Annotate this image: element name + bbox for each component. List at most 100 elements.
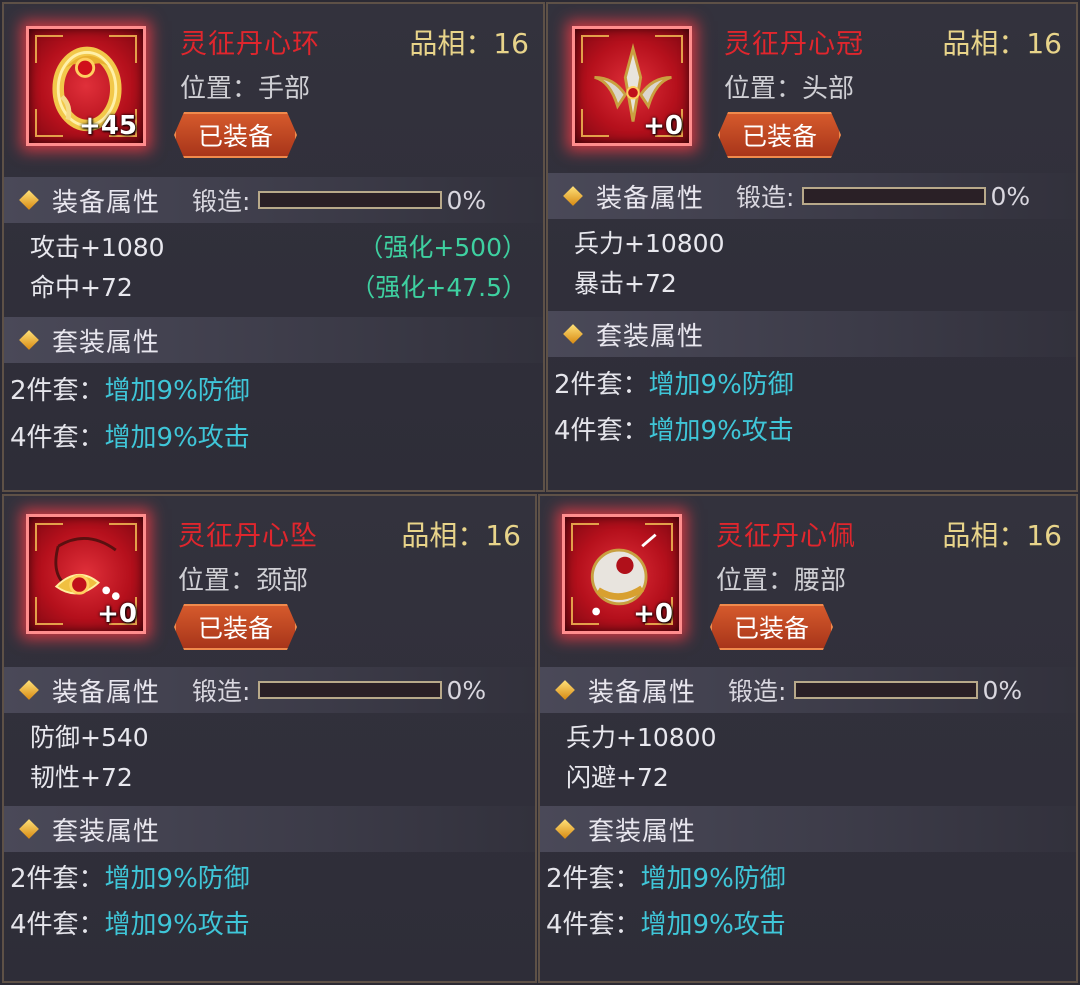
stat-value: 兵力+10800 [574,229,725,258]
set-label: 4件套： [10,423,105,453]
item-slot[interactable]: +0 [26,514,146,634]
item-name: 灵征丹心佩 [716,521,856,552]
set-effect: 增加9%攻击 [104,910,250,940]
item-slot[interactable]: +0 [572,26,692,146]
forge-label: 锻造: [736,183,795,212]
enhance-level: +0 [97,599,137,629]
stat-value: 暴击+72 [574,269,677,298]
set-bonus-row: 4件套：增加9%攻击 [554,410,794,447]
equipment-card-jade: +0 灵征丹心佩 品相：16 位置：腰部 已装备 装备属性 锻造: 0% 兵力+… [538,494,1078,983]
set-effect: 增加9%攻击 [104,423,250,453]
attribute-title: 装备属性 [52,677,161,708]
set-label: 2件套： [546,864,641,894]
equipment-card-pendant: +0 灵征丹心坠 品相：16 位置：颈部 已装备 装备属性 锻造: 0% 防御+… [2,494,537,983]
item-slot-position: 位置：腰部 [716,566,847,596]
set-effect: 增加9%攻击 [640,910,786,940]
stat-row: 命中+72 （强化+47.5） [30,268,527,304]
set-title: 套装属性 [596,321,705,352]
item-slot-position: 位置：头部 [724,74,855,104]
set-title: 套装属性 [52,327,161,358]
item-grade: 品相：16 [409,27,529,60]
item-slot[interactable]: +0 [562,514,682,634]
set-bonus-row: 2件套：增加9%防御 [10,370,250,407]
forge-percent: 0% [990,181,1031,211]
set-header: 套装属性 [540,806,1076,852]
item-grade: 品相：16 [942,519,1062,552]
forge-percent: 0% [446,675,487,705]
enhance-level: +0 [633,599,673,629]
set-label: 2件套： [10,864,105,894]
item-slot-position: 位置：颈部 [178,566,309,596]
attribute-header: 装备属性 锻造: 0% [548,173,1076,219]
equipped-badge: 已装备 [174,112,297,158]
diamond-icon [19,819,39,839]
set-label: 2件套： [10,376,105,406]
set-bonus-row: 2件套：增加9%防御 [554,364,794,401]
enhance-level: +45 [79,111,137,141]
item-name: 灵征丹心坠 [178,521,318,552]
item-grade: 品相：16 [942,27,1062,60]
forge-label: 锻造: [192,187,251,216]
equipped-badge: 已装备 [718,112,841,158]
stat-bonus: （强化+500） [358,233,527,262]
set-effect: 增加9%防御 [648,370,794,400]
set-bonus-row: 4件套：增加9%攻击 [10,904,250,941]
set-title: 套装属性 [588,816,697,847]
stat-row: 攻击+1080 （强化+500） [30,228,527,264]
set-effect: 增加9%防御 [640,864,786,894]
stat-value: 攻击+1080 [30,233,165,262]
diamond-icon [563,324,583,344]
stat-row: 闪避+72 [566,758,1060,794]
set-effect: 增加9%防御 [104,864,250,894]
diamond-icon [555,680,575,700]
item-grade: 品相：16 [401,519,521,552]
stat-row: 兵力+10800 [566,718,1060,754]
attribute-header: 装备属性 锻造: 0% [4,177,543,223]
diamond-icon [555,819,575,839]
diamond-icon [19,680,39,700]
forge-label: 锻造: [728,677,787,706]
item-name: 灵征丹心环 [180,29,320,60]
forge-progress-bar [794,681,979,699]
stat-value: 命中+72 [30,273,133,302]
attribute-header: 装备属性 锻造: 0% [4,667,535,713]
item-name: 灵征丹心冠 [724,29,864,60]
diamond-icon [19,190,39,210]
stat-value: 闪避+72 [566,763,669,792]
set-header: 套装属性 [4,806,535,852]
set-label: 2件套： [554,370,649,400]
item-slot-position: 位置：手部 [180,74,311,104]
forge-progress-bar [258,681,443,699]
equipped-badge: 已装备 [174,604,297,650]
diamond-icon [19,330,39,350]
set-effect: 增加9%防御 [104,376,250,406]
stat-value: 防御+540 [30,723,149,752]
set-header: 套装属性 [548,311,1076,357]
set-effect: 增加9%攻击 [648,416,794,446]
equipped-badge: 已装备 [710,604,833,650]
attribute-header: 装备属性 锻造: 0% [540,667,1076,713]
forge-progress-bar [258,191,443,209]
item-slot[interactable]: +45 [26,26,146,146]
set-label: 4件套： [554,416,649,446]
forge-progress-bar [802,187,987,205]
stat-row: 暴击+72 [574,264,1060,300]
set-label: 4件套： [546,910,641,940]
set-label: 4件套： [10,910,105,940]
stat-row: 兵力+10800 [574,224,1060,260]
set-bonus-row: 4件套：增加9%攻击 [10,417,250,454]
set-bonus-row: 2件套：增加9%防御 [10,858,250,895]
attribute-title: 装备属性 [596,183,705,214]
stat-value: 兵力+10800 [566,723,717,752]
enhance-level: +0 [643,111,683,141]
diamond-icon [563,186,583,206]
set-bonus-row: 4件套：增加9%攻击 [546,904,786,941]
stat-value: 韧性+72 [30,763,133,792]
set-bonus-row: 2件套：增加9%防御 [546,858,786,895]
set-header: 套装属性 [4,317,543,363]
forge-label: 锻造: [192,677,251,706]
equipment-card-crown: +0 灵征丹心冠 品相：16 位置：头部 已装备 装备属性 锻造: 0% 兵力+… [546,2,1078,492]
set-title: 套装属性 [52,816,161,847]
attribute-title: 装备属性 [588,677,697,708]
stat-row: 防御+540 [30,718,519,754]
